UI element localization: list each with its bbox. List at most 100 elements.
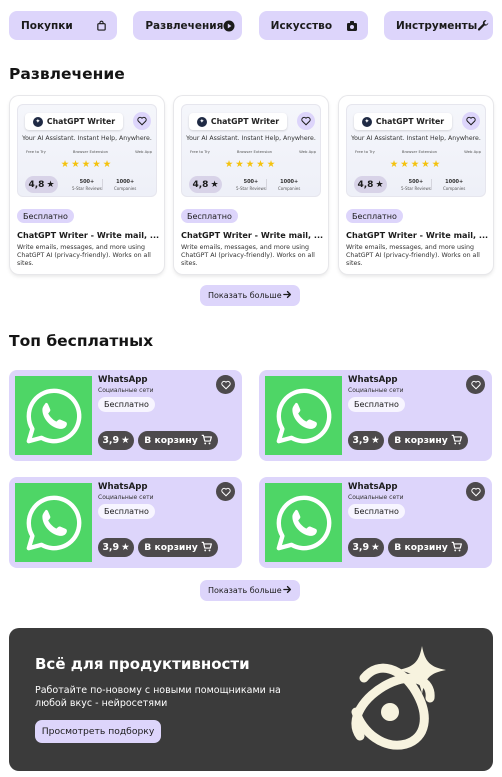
whatsapp-icon: [265, 376, 342, 455]
star-icon: ★: [371, 435, 380, 446]
app-name[interactable]: WhatsApp: [98, 375, 148, 385]
rating-value: 3,9: [352, 435, 370, 446]
rating-value: 3,9: [102, 435, 120, 446]
rating-pill: 3,9 ★: [348, 431, 384, 450]
stat-divider: [431, 179, 432, 190]
add-to-cart-button[interactable]: В корзину: [388, 431, 468, 450]
stat-label: 5-Star Reviews: [72, 185, 102, 191]
favorite-heart-icon[interactable]: [216, 375, 235, 394]
rating-pill: 3,9 ★: [348, 538, 384, 557]
cart-label: В корзину: [394, 542, 448, 553]
show-more-label: Показать больше: [208, 586, 282, 595]
app-title[interactable]: ChatGPT Writer - Write mail, ...: [181, 230, 323, 240]
arrow-right-icon: [283, 290, 292, 301]
promo-banner: Всё для продуктивности Работайте по-ново…: [9, 628, 493, 771]
app-card[interactable]: ✦ ChatGPT Writer Your AI Assistant. Insta…: [10, 96, 164, 274]
cart-label: В корзину: [144, 435, 198, 446]
favorite-heart-icon[interactable]: [466, 375, 485, 394]
top-app-card[interactable]: WhatsApp Социальные сети Бесплатно 3,9 ★ …: [9, 477, 242, 568]
app-category: Социальные сети: [98, 494, 154, 501]
stat-companies: 1000+ Companies: [114, 179, 136, 191]
cart-label: В корзину: [144, 542, 198, 553]
show-more-label: Показать больше: [208, 291, 282, 300]
app-description: Write emails, messages, and more using C…: [346, 244, 480, 267]
price-badge: Бесплатно: [346, 209, 403, 223]
add-to-cart-button[interactable]: В корзину: [138, 431, 218, 450]
cart-icon: [201, 434, 212, 448]
thumb-title: ChatGPT Writer: [210, 117, 280, 126]
stat-reviews: 500+ 5-Star Reviews: [236, 179, 266, 191]
view-collection-button[interactable]: Просмотреть подборку: [35, 720, 161, 743]
rating-pill: 4,8 ★: [189, 176, 222, 193]
feature-item: Browser Extension: [401, 149, 438, 154]
app-thumbnail: ✦ ChatGPT Writer Your AI Assistant. Insta…: [17, 104, 157, 197]
app-category: Социальные сети: [348, 387, 404, 394]
stat-label: Companies: [278, 185, 301, 191]
show-more-button[interactable]: Показать больше: [200, 580, 300, 601]
openai-logo-icon: ✦: [32, 116, 43, 127]
star-icon: ★: [46, 179, 55, 190]
price-badge: Бесплатно: [348, 397, 405, 412]
price-badge: Бесплатно: [17, 209, 74, 223]
play-circle-icon: [223, 20, 235, 32]
stat-reviews: 500+ 5-Star Reviews: [401, 179, 431, 191]
app-title[interactable]: ChatGPT Writer - Write mail, ...: [17, 230, 159, 240]
rating-value: 4,8: [192, 179, 209, 190]
openai-logo-icon: ✦: [196, 116, 207, 127]
show-more-button[interactable]: Показать больше: [200, 285, 300, 306]
promo-text: Работайте по-новому с новыми помощниками…: [35, 685, 281, 709]
favorite-heart-icon[interactable]: [133, 112, 151, 130]
top-app-card[interactable]: WhatsApp Социальные сети Бесплатно 3,9 ★ …: [259, 370, 492, 461]
stat-divider: [102, 179, 103, 190]
shopping-bag-icon: [96, 20, 107, 31]
app-title[interactable]: ChatGPT Writer - Write mail, ...: [346, 230, 488, 240]
palette-box-icon: [346, 20, 358, 32]
category-label: Искусство: [270, 19, 333, 32]
app-name[interactable]: WhatsApp: [348, 375, 398, 385]
thumb-title: ChatGPT Writer: [375, 117, 445, 126]
thumb-features: Free to Try Browser Extension Web App: [190, 149, 316, 154]
thumb-title-bar: ✦ ChatGPT Writer: [354, 113, 452, 130]
add-to-cart-button[interactable]: В корзину: [388, 538, 468, 557]
category-art[interactable]: Искусство: [258, 11, 368, 40]
arrow-right-icon: [283, 585, 292, 596]
category-entertainment[interactable]: Развлечения: [133, 11, 243, 40]
section-heading-top-free: Топ бесплатных: [9, 332, 154, 350]
wrench-icon: [477, 19, 490, 32]
cart-icon: [451, 434, 462, 448]
top-app-card[interactable]: WhatsApp Социальные сети Бесплатно 3,9 ★ …: [259, 477, 492, 568]
stat-companies: 1000+ Companies: [278, 179, 300, 191]
favorite-heart-icon[interactable]: [462, 112, 480, 130]
category-shopping[interactable]: Покупки: [9, 11, 117, 40]
favorite-heart-icon[interactable]: [466, 482, 485, 501]
thumb-features: Free to Try Browser Extension Web App: [355, 149, 481, 154]
feature-item: Free to Try: [190, 149, 210, 154]
star-icon: ★: [210, 179, 219, 190]
app-thumbnail: ✦ ChatGPT Writer Your AI Assistant. Insta…: [181, 104, 321, 197]
add-to-cart-button[interactable]: В корзину: [138, 538, 218, 557]
favorite-heart-icon[interactable]: [297, 112, 315, 130]
category-tools[interactable]: Инструменты: [383, 11, 493, 40]
favorite-heart-icon[interactable]: [216, 482, 235, 501]
price-badge: Бесплатно: [348, 504, 405, 519]
feature-item: Free to Try: [26, 149, 46, 154]
openai-logo-icon: ✦: [361, 116, 372, 127]
app-description: Write emails, messages, and more using C…: [17, 244, 151, 267]
app-name[interactable]: WhatsApp: [348, 482, 398, 492]
top-app-card[interactable]: WhatsApp Социальные сети Бесплатно 3,9 ★ …: [9, 370, 242, 461]
price-badge: Бесплатно: [181, 209, 238, 223]
whatsapp-icon: [15, 483, 92, 562]
app-card[interactable]: ✦ ChatGPT Writer Your AI Assistant. Insta…: [339, 96, 493, 274]
whatsapp-icon: [15, 376, 92, 455]
thumb-tagline: Your AI Assistant. Instant Help, Anywher…: [22, 135, 152, 142]
stat-reviews: 500+ 5-Star Reviews: [72, 179, 102, 191]
promo-title: Всё для продуктивности: [35, 655, 250, 673]
category-label: Развлечения: [145, 19, 224, 32]
rating-value: 4,8: [28, 179, 45, 190]
feature-item: Web App: [464, 149, 481, 154]
app-name[interactable]: WhatsApp: [98, 482, 148, 492]
thumb-features: Free to Try Browser Extension Web App: [26, 149, 152, 154]
rating-pill: 3,9 ★: [98, 538, 134, 557]
app-card[interactable]: ✦ ChatGPT Writer Your AI Assistant. Insta…: [174, 96, 328, 274]
thumb-title: ChatGPT Writer: [46, 117, 116, 126]
